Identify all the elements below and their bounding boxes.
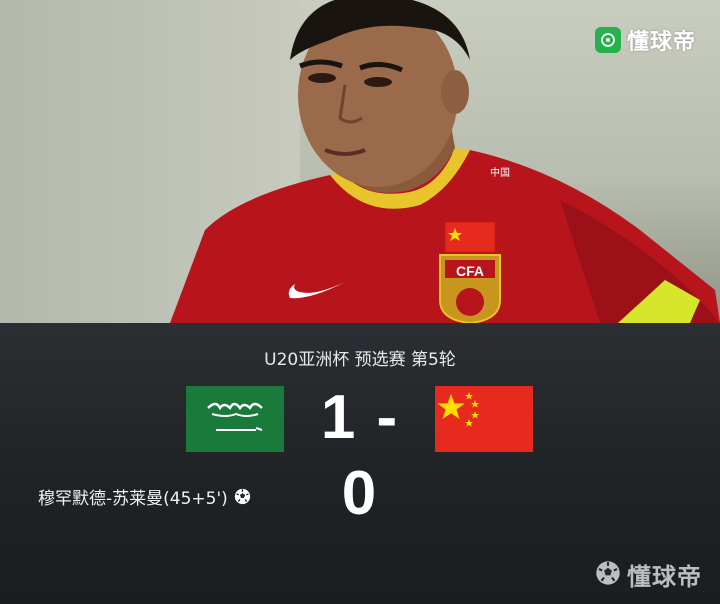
china-flag-icon <box>435 386 533 452</box>
score: 1 - 0 <box>320 383 400 528</box>
brand-name: 懂球帝 <box>626 30 696 55</box>
svg-text:中国: 中国 <box>490 166 510 179</box>
match-title: U20亚洲杯 预选赛 第5轮 <box>264 350 456 370</box>
soccer-ball-icon <box>595 560 621 590</box>
scorer-text: 穆罕默德-苏莱曼(45+5') <box>38 489 228 509</box>
brand-badge-icon <box>594 27 621 53</box>
brand-logo-top: 懂球帝 <box>594 24 696 56</box>
saudi-arabia-flag-icon <box>186 386 284 452</box>
hero-photo: CFA 中国 懂球帝 <box>0 0 720 323</box>
brand-name-bottom: 懂球帝 <box>627 563 702 591</box>
svg-text:CFA: CFA <box>456 263 484 279</box>
brand-logo-bottom: 懂球帝 <box>595 557 702 592</box>
soccer-ball-icon <box>234 488 251 505</box>
goal-event: 穆罕默德-苏莱曼(45+5') <box>38 484 251 509</box>
